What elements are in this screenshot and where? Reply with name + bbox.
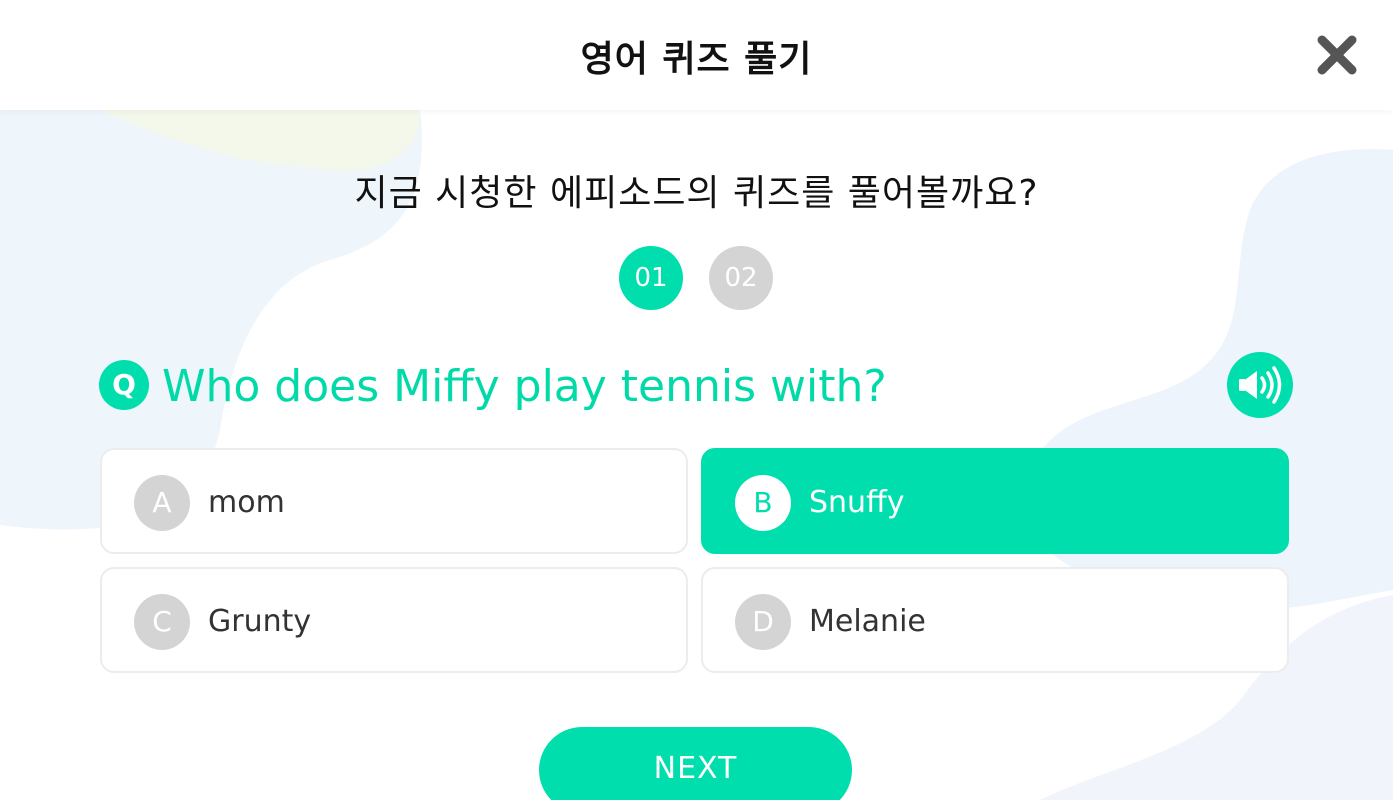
answer-option-a[interactable]: A mom	[100, 448, 688, 554]
close-icon	[1317, 35, 1357, 75]
option-text: Snuffy	[809, 485, 905, 520]
quiz-screen: 지금 시청한 에피소드의 퀴즈를 풀어볼까요? 01 02 Q Who does…	[0, 0, 1393, 800]
answer-option-b[interactable]: B Snuffy	[701, 448, 1289, 554]
question-steps: 01 02	[619, 246, 779, 310]
option-text: mom	[208, 485, 285, 520]
option-letter: A	[134, 475, 190, 531]
quiz-content: 지금 시청한 에피소드의 퀴즈를 풀어볼까요? 01 02 Q Who does…	[0, 0, 1393, 800]
option-text: Grunty	[208, 604, 312, 639]
option-letter: B	[735, 475, 791, 531]
close-button[interactable]	[1312, 30, 1362, 80]
question-text: Who does Miffy play tennis with?	[162, 361, 887, 412]
quiz-prompt: 지금 시청한 에피소드의 퀴즈를 풀어볼까요?	[354, 173, 1039, 214]
option-letter: C	[134, 594, 190, 650]
answer-option-d[interactable]: D Melanie	[701, 567, 1289, 673]
step-01[interactable]: 01	[619, 246, 683, 310]
next-button[interactable]: NEXT	[539, 727, 852, 800]
answer-option-c[interactable]: C Grunty	[100, 567, 688, 673]
step-02[interactable]: 02	[709, 246, 773, 310]
option-text: Melanie	[809, 604, 926, 639]
question-badge: Q	[99, 360, 149, 410]
option-letter: D	[735, 594, 791, 650]
speaker-icon	[1239, 366, 1282, 404]
page-title: 영어 퀴즈 풀기	[580, 39, 813, 80]
header-bar: 영어 퀴즈 풀기	[0, 0, 1393, 110]
audio-button[interactable]	[1227, 352, 1293, 418]
